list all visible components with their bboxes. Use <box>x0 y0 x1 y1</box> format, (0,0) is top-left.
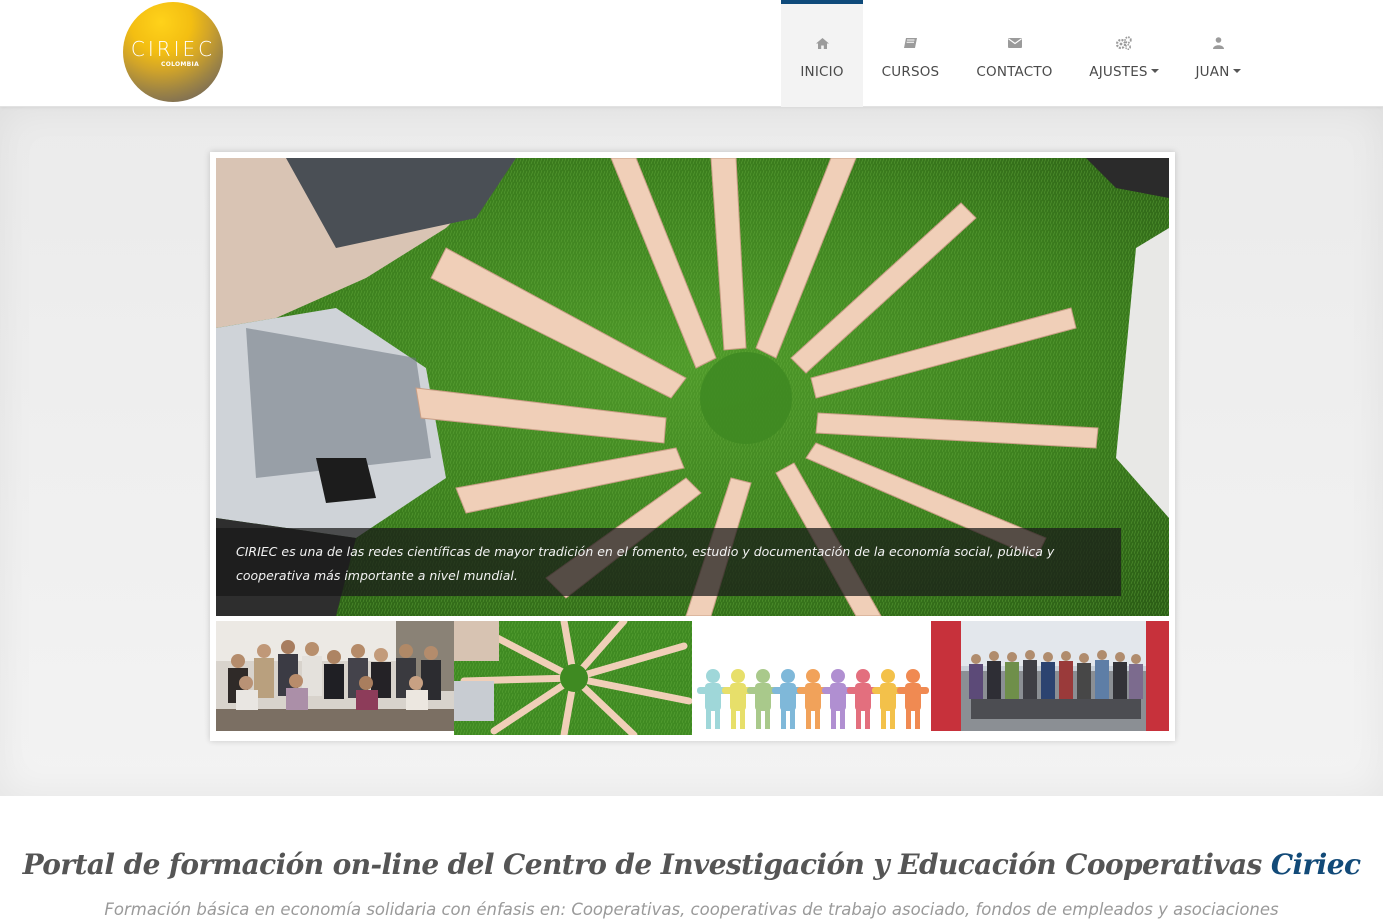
site-header: CIRIEC COLOMBIA INICIO CURSOS CONTACTO A… <box>0 0 1383 107</box>
nav-item-cursos[interactable]: CURSOS <box>872 0 949 107</box>
nav-label-juan: JUAN <box>1185 64 1251 80</box>
nav-label-ajustes: AJUSTES <box>1084 64 1164 80</box>
page-subtitle: Formación básica en economía solidaria c… <box>104 900 1279 919</box>
chevron-down-icon <box>1232 69 1241 73</box>
nav-label-cursos: CURSOS <box>881 64 940 80</box>
hero-section: CIRIEC es una de las redes científicas d… <box>0 107 1383 796</box>
nav-item-inicio[interactable]: INICIO <box>781 0 863 107</box>
page-title: Portal de formación on-line del Centro d… <box>0 848 1383 881</box>
group-meeting-photo <box>216 621 454 731</box>
nav-label-contacto: CONTACTO <box>976 64 1053 80</box>
nav-label-inicio: INICIO <box>800 64 844 80</box>
carousel-thumbnail-3[interactable] <box>693 621 931 735</box>
carousel-caption: CIRIEC es una de las redes científicas d… <box>216 528 1121 596</box>
carousel-thumbnail-2[interactable] <box>454 621 692 735</box>
main-navigation: INICIO CURSOS CONTACTO AJUSTES JUAN <box>0 0 1383 107</box>
user-icon <box>1185 36 1251 50</box>
carousel-frame: CIRIEC es una de las redes científicas d… <box>210 152 1175 741</box>
nav-item-contacto[interactable]: CONTACTO <box>966 0 1063 107</box>
nav-item-juan[interactable]: JUAN <box>1185 0 1251 107</box>
group-ferry-photo <box>931 621 1169 731</box>
carousel-caption-text: CIRIEC es una de las redes científicas d… <box>236 544 1055 583</box>
carousel-thumbnail-1[interactable] <box>216 621 454 735</box>
carousel-thumbnail-4[interactable] <box>931 621 1169 735</box>
page-title-accent: Ciriec <box>1270 848 1361 881</box>
nav-item-ajustes[interactable]: AJUSTES <box>1084 0 1164 107</box>
carousel-main-slide[interactable]: CIRIEC es una de las redes científicas d… <box>216 158 1169 616</box>
hands-on-grass-thumbnail <box>454 621 692 735</box>
chevron-down-icon <box>1150 69 1159 73</box>
page-title-text: Portal de formación on-line del Centro d… <box>22 848 1263 881</box>
cogs-icon <box>1084 36 1164 50</box>
paper-people-chain-thumbnail <box>693 621 931 735</box>
home-icon <box>781 36 863 50</box>
book-icon <box>872 36 949 50</box>
envelope-icon <box>966 36 1063 50</box>
